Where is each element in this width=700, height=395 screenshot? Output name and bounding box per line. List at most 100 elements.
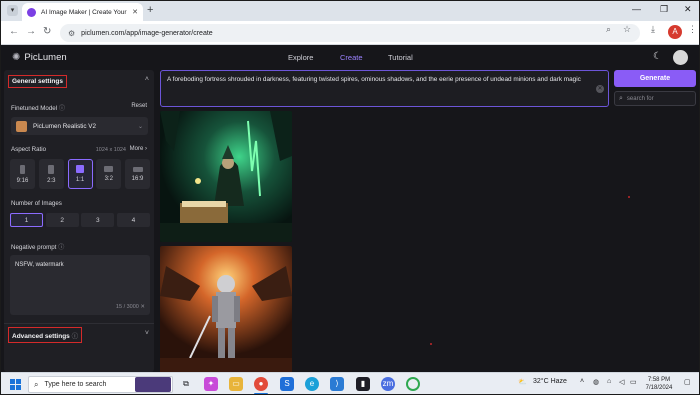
ratio-16-9[interactable]: 16:9 <box>125 159 150 189</box>
dark-mode-moon-icon[interactable]: ☾ <box>653 51 662 62</box>
nav-explore[interactable]: Explore <box>288 53 313 62</box>
browser-toolbar: ← → ↻ ⚙ piclumen.com/app/image-generator… <box>1 21 699 45</box>
advanced-settings-header[interactable]: Advanced settings ⓘ ˅ <box>8 327 150 343</box>
screenshot-frame: ▾ AI Image Maker | Create Your F ✕ + — ❐… <box>0 0 700 395</box>
clear-prompt-icon[interactable]: ✕ <box>596 85 604 93</box>
site-info-icon[interactable]: ⚙ <box>68 29 75 38</box>
count-3[interactable]: 3 <box>81 213 115 227</box>
forward-icon[interactable]: → <box>26 26 36 37</box>
app-s-icon[interactable]: S <box>280 377 294 391</box>
ratio-shape-icon <box>104 166 114 172</box>
ratio-2-3[interactable]: 2:3 <box>38 159 64 189</box>
tab-close-icon[interactable]: ✕ <box>132 8 138 16</box>
reset-button[interactable]: Reset <box>131 103 147 109</box>
task-view-icon[interactable]: ⧉ <box>179 377 193 391</box>
aspect-dimensions: 1024 x 1024 <box>95 147 126 153</box>
clear-icon[interactable]: ✕ <box>140 304 145 310</box>
ratio-3-2[interactable]: 3:2 <box>96 159 122 189</box>
model-name: PicLumen Realistic V2 <box>33 122 96 130</box>
ratio-1-1[interactable]: 1:1 <box>67 159 93 189</box>
taskbar-clock[interactable]: 7:58 PM 7/18/2024 <box>641 376 677 392</box>
ratio-shape-icon <box>48 164 55 174</box>
back-icon[interactable]: ← <box>9 26 19 37</box>
bookmark-star-icon[interactable]: ☆ <box>623 24 631 35</box>
file-explorer-icon[interactable]: ▭ <box>229 377 243 391</box>
tray-app-icon[interactable]: ◍ <box>593 378 599 386</box>
vscode-icon[interactable]: ⟩ <box>330 377 344 391</box>
history-search-input[interactable]: ⌕ search for <box>614 91 696 106</box>
generated-image-knight[interactable] <box>160 246 292 372</box>
windows-taskbar: ⌕ Type here to search ⧉ ✦ ▭ ● S e ⟩ ▮ zm… <box>1 372 699 394</box>
edge-icon[interactable]: e <box>305 377 319 391</box>
chrome-icon[interactable]: ● <box>254 377 268 391</box>
reload-icon[interactable]: ↻ <box>43 26 51 37</box>
network-icon[interactable]: ⌂ <box>607 378 611 385</box>
url-text: piclumen.com/app/image-generator/create <box>81 29 213 37</box>
close-window-icon[interactable]: ✕ <box>684 4 692 15</box>
red-dot-marker <box>628 196 630 198</box>
restore-icon[interactable]: ❐ <box>660 4 668 15</box>
image-count-options: 1 2 3 4 <box>10 213 150 227</box>
negative-prompt-label: Negative prompt ⓘ <box>11 244 65 251</box>
nav-create[interactable]: Create <box>340 53 363 62</box>
section-divider <box>4 323 154 324</box>
clock-time: 7:58 PM <box>647 377 671 383</box>
user-avatar[interactable] <box>673 50 688 65</box>
taskbar-search-input[interactable]: ⌕ Type here to search <box>28 376 173 393</box>
download-icon[interactable]: ⤓ <box>651 24 655 35</box>
brand-name: PicLumen <box>24 52 67 63</box>
negative-prompt-input[interactable]: NSFW, watermark 15 / 3000 ✕ <box>10 255 150 315</box>
settings-sidebar: General settings ˄ Finetuned Model ⓘ Res… <box>4 70 154 372</box>
count-1[interactable]: 1 <box>10 213 43 227</box>
weather-text[interactable]: 32°C Haze <box>533 378 567 385</box>
weather-icon[interactable]: ⛅ <box>518 378 527 386</box>
profile-avatar[interactable]: A <box>668 25 682 39</box>
address-bar[interactable]: ⚙ piclumen.com/app/image-generator/creat… <box>60 24 640 42</box>
search-icon: ⌕ <box>619 94 623 102</box>
windows-start-icon[interactable] <box>10 379 21 390</box>
zoom-search-icon[interactable]: ⌕ <box>606 24 611 35</box>
minimize-icon[interactable]: — <box>632 4 641 14</box>
prompt-input[interactable]: A foreboding fortress shrouded in darkne… <box>160 70 609 107</box>
menu-kebab-icon[interactable]: ⋮ <box>688 24 697 35</box>
chevron-down-icon[interactable]: ˅ <box>145 330 149 337</box>
tab-title: AI Image Maker | Create Your F <box>41 8 129 16</box>
model-thumbnail <box>16 120 27 132</box>
clock-date: 7/18/2024 <box>645 385 673 391</box>
new-tab-icon[interactable]: + <box>147 4 153 16</box>
nav-tutorial[interactable]: Tutorial <box>388 53 413 62</box>
red-dot-marker <box>430 343 432 345</box>
aspect-ratio-options: 9:16 2:3 1:1 3:2 16:9 <box>10 159 150 189</box>
search-highlight-image <box>135 377 171 392</box>
advanced-settings-title: Advanced settings ⓘ <box>8 327 83 343</box>
more-ratios-button[interactable]: More › <box>130 146 147 152</box>
generated-image-wizard[interactable] <box>160 111 292 242</box>
chevron-up-icon[interactable]: ˄ <box>145 76 149 83</box>
general-settings-header[interactable]: General settings ˄ <box>8 73 150 89</box>
generate-button[interactable]: Generate <box>614 70 696 87</box>
app-top-nav: ✺ PicLumen Explore Create Tutorial ☾ <box>1 45 699 69</box>
browser-tab[interactable]: AI Image Maker | Create Your F ✕ <box>22 3 143 21</box>
wizard-cave-illustration <box>160 111 292 242</box>
model-select[interactable]: PicLumen Realistic V2 ⌄ <box>11 117 148 135</box>
zoom-icon[interactable]: zm <box>381 377 395 391</box>
aspect-ratio-label: Aspect Ratio <box>11 146 47 153</box>
info-icon: ⓘ <box>58 105 66 112</box>
show-hidden-icons-icon[interactable]: ˄ <box>580 378 584 385</box>
tab-search-icon[interactable]: ▾ <box>7 5 18 16</box>
knight-dragon-illustration <box>160 246 292 372</box>
copilot-icon[interactable]: ✦ <box>204 377 218 391</box>
volume-icon[interactable]: ◁ <box>619 378 624 386</box>
ratio-shape-icon <box>20 164 25 174</box>
piclumen-logo[interactable]: ✺ PicLumen <box>12 52 67 63</box>
battery-icon[interactable]: ▭ <box>630 378 637 386</box>
count-4[interactable]: 4 <box>116 213 150 227</box>
refresh-app-icon[interactable] <box>406 377 420 391</box>
notification-icon[interactable]: ▢ <box>684 378 691 386</box>
ratio-9-16[interactable]: 9:16 <box>10 159 35 189</box>
terminal-icon[interactable]: ▮ <box>356 377 370 391</box>
general-settings-title: General settings <box>8 74 67 88</box>
negative-prompt-value: NSFW, watermark <box>15 262 64 268</box>
count-2[interactable]: 2 <box>45 213 79 227</box>
taskbar-search-placeholder: Type here to search <box>44 381 107 388</box>
